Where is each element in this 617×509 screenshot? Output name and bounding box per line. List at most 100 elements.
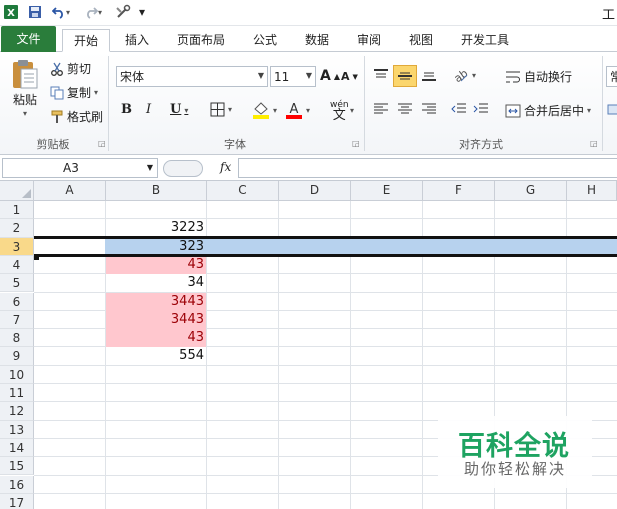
row-header-9[interactable]: 9 xyxy=(0,347,34,366)
column-header-c[interactable]: C xyxy=(207,181,279,201)
align-top-button[interactable] xyxy=(373,68,389,82)
bold-button[interactable]: B xyxy=(121,102,132,117)
row-header-15[interactable]: 15 xyxy=(0,457,34,476)
paste-dropdown-icon[interactable]: ▾ xyxy=(23,109,27,118)
column-header-g[interactable]: G xyxy=(495,181,567,201)
tab-page-layout[interactable]: 页面布局 xyxy=(170,29,232,52)
window-title: 工 xyxy=(601,8,615,23)
row-header-13[interactable]: 13 xyxy=(0,420,34,439)
cell-b5[interactable]: 34 xyxy=(106,274,206,292)
cell-b6[interactable]: 3443 xyxy=(106,292,206,311)
font-size-dropdown[interactable]: 11 ▼ xyxy=(270,66,316,87)
row-header-4[interactable]: 4 xyxy=(0,255,34,275)
chevron-down-icon: ▼ xyxy=(305,71,312,80)
undo-icon[interactable]: ▾ xyxy=(48,2,74,22)
row-header-5[interactable]: 5 xyxy=(0,274,34,293)
column-header-a[interactable]: A xyxy=(34,181,106,201)
cell-b4[interactable]: 43 xyxy=(106,255,206,274)
tools-icon[interactable] xyxy=(112,2,134,22)
align-bottom-button[interactable] xyxy=(421,68,437,82)
column-header-h[interactable]: H xyxy=(567,181,617,201)
chevron-down-icon[interactable]: ▼ xyxy=(147,163,153,172)
wrap-text-icon xyxy=(505,70,521,84)
redo-icon[interactable]: ▾ xyxy=(80,2,106,22)
tab-view[interactable]: 视图 xyxy=(400,29,442,52)
row-header-16[interactable]: 16 xyxy=(0,475,34,494)
clipboard-group-label: 剪贴板 xyxy=(36,138,70,151)
row-header-11[interactable]: 11 xyxy=(0,384,34,403)
row-header-10[interactable]: 10 xyxy=(0,365,34,384)
select-all-button[interactable] xyxy=(0,181,34,201)
copy-button[interactable]: 复制 ▾ xyxy=(50,84,98,101)
italic-button[interactable]: I xyxy=(146,102,151,117)
align-left-button[interactable] xyxy=(373,102,389,116)
row-header-12[interactable]: 12 xyxy=(0,402,34,421)
column-header-f[interactable]: F xyxy=(423,181,495,201)
phonetic-dropdown-icon[interactable]: ▾ xyxy=(350,106,354,115)
customize-toolbar-icon[interactable]: ▾ xyxy=(136,2,148,22)
align-middle-button[interactable] xyxy=(393,65,417,87)
font-name-dropdown[interactable]: 宋体 ▼ xyxy=(116,66,268,87)
phonetic-guide-button[interactable]: wén 文 xyxy=(330,100,349,122)
underline-button[interactable]: U ▾ xyxy=(170,102,188,117)
number-format-dropdown[interactable]: 常 xyxy=(606,66,617,87)
row-header-7[interactable]: 7 xyxy=(0,310,34,330)
alignment-launcher-icon[interactable]: ◲ xyxy=(590,139,598,148)
chevron-down-icon: ▼ xyxy=(257,71,264,80)
tab-insert[interactable]: 插入 xyxy=(116,29,158,52)
tab-formulas[interactable]: 公式 xyxy=(244,29,286,52)
cell-b8[interactable]: 43 xyxy=(106,329,206,348)
tab-review[interactable]: 审阅 xyxy=(348,29,390,52)
align-center-icon xyxy=(397,102,413,116)
decrease-indent-button[interactable] xyxy=(451,102,467,116)
increase-indent-icon xyxy=(473,102,489,116)
font-color-button[interactable]: A ▾ xyxy=(285,101,310,119)
column-header-b[interactable]: B xyxy=(106,181,207,201)
row-header-17[interactable]: 17 xyxy=(0,493,34,509)
wrap-text-button[interactable]: 自动换行 xyxy=(505,68,572,85)
format-painter-button[interactable]: 格式刷 xyxy=(50,108,103,125)
alignment-group-label: 对齐方式 xyxy=(459,138,503,151)
currency-button[interactable] xyxy=(607,102,617,116)
increase-indent-button[interactable] xyxy=(473,102,489,116)
clipboard-launcher-icon[interactable]: ◲ xyxy=(98,139,106,148)
merge-center-button[interactable]: 合并后居中 ▾ xyxy=(505,102,591,119)
align-left-icon xyxy=(373,102,389,116)
tab-file[interactable]: 文件 xyxy=(1,26,56,52)
align-top-icon xyxy=(373,68,389,82)
save-icon[interactable] xyxy=(26,2,44,22)
shrink-font-button[interactable]: A ▼ xyxy=(341,70,358,83)
paste-button[interactable]: 粘贴 ▾ xyxy=(8,58,42,118)
tab-home[interactable]: 开始 xyxy=(62,29,110,52)
align-middle-icon xyxy=(397,69,413,83)
row-header-6[interactable]: 6 xyxy=(0,292,34,311)
orientation-button[interactable]: ab ▾ xyxy=(451,67,476,83)
row-header-3[interactable]: 3 xyxy=(0,237,34,256)
spreadsheet-grid[interactable]: A B C D E F G H 1 2 3 4 5 6 7 8 9 10 11 12 13 14 15 16 1… xyxy=(0,181,617,509)
fill-color-button[interactable]: ▾ xyxy=(252,101,277,119)
tab-data[interactable]: 数据 xyxy=(296,29,338,52)
borders-button[interactable]: ▾ xyxy=(210,102,232,117)
row-header-2[interactable]: 2 xyxy=(0,219,34,238)
align-center-button[interactable] xyxy=(397,102,413,116)
column-header-d[interactable]: D xyxy=(279,181,351,201)
insert-function-icon[interactable]: fx xyxy=(220,160,231,174)
formula-input[interactable] xyxy=(238,158,617,178)
fill-handle[interactable] xyxy=(34,254,39,260)
row-header-14[interactable]: 14 xyxy=(0,438,34,458)
name-box[interactable]: A3 ▼ xyxy=(2,158,158,178)
tab-developer[interactable]: 开发工具 xyxy=(452,29,518,52)
row-header-1[interactable]: 1 xyxy=(0,201,34,220)
cut-button[interactable]: 剪切 xyxy=(50,60,91,77)
copy-dropdown-icon[interactable]: ▾ xyxy=(94,88,98,97)
font-launcher-icon[interactable]: ◲ xyxy=(352,139,360,148)
cell-b2[interactable]: 3223 xyxy=(106,219,206,237)
cell-b7[interactable]: 3443 xyxy=(106,310,206,329)
cell-b9[interactable]: 554 xyxy=(106,347,206,365)
row-header-8[interactable]: 8 xyxy=(0,329,34,348)
column-header-e[interactable]: E xyxy=(351,181,423,201)
grow-font-button[interactable]: A ▲ xyxy=(320,68,340,84)
watermark-subtitle: 助你轻松解决 xyxy=(464,460,567,478)
align-right-button[interactable] xyxy=(421,102,437,116)
formula-resize-handle[interactable] xyxy=(163,160,203,177)
